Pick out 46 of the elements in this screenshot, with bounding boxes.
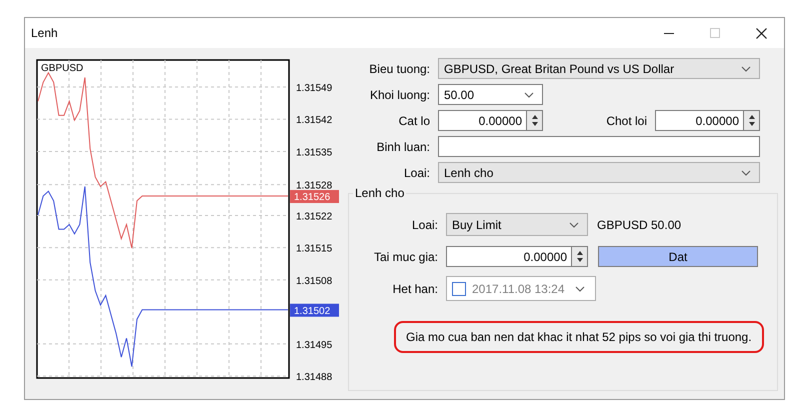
axis-tick-label: 1.31522 (296, 211, 332, 222)
checkbox[interactable] (452, 282, 466, 296)
window-title: Lenh (31, 26, 59, 40)
chevron-icon (741, 170, 751, 176)
chevron-icon (524, 92, 534, 98)
price-tag: 1.31526 (290, 190, 339, 204)
number-field[interactable]: 0.00000 (655, 110, 744, 131)
field-label: Cat lo (398, 114, 431, 128)
field-label: Binh luan: (376, 140, 431, 154)
dropdown[interactable]: Lenh cho (438, 162, 760, 183)
axis-tick-label: 1.31542 (296, 115, 332, 126)
axis-tick-label: 1.31488 (296, 372, 332, 380)
warning-message: Gia mo cua ban nen dat khac it nhat 52 pips so voi gia thi truong. (394, 321, 764, 353)
minimize-icon[interactable] (664, 32, 674, 34)
chevron-icon (575, 286, 585, 292)
spin-buttons[interactable] (744, 110, 760, 131)
chevron-icon (569, 222, 579, 228)
place-order-button[interactable]: Dat (598, 246, 758, 267)
axis-tick-label: 1.31549 (296, 83, 332, 94)
axis-tick-label: 1.31528 (296, 180, 332, 192)
field-label: Bieu tuong: (368, 62, 431, 76)
field-label: Loai: (402, 166, 431, 180)
spin-buttons[interactable] (572, 246, 588, 267)
symbol-label: GBPUSD (41, 63, 84, 74)
number-field[interactable]: 0.00000 (438, 110, 527, 131)
field-label: Khoi luong: (368, 88, 431, 102)
group-title: Lenh cho (354, 186, 406, 200)
dropdown[interactable]: Buy Limit (446, 213, 588, 236)
field-label: Het han: (392, 282, 439, 296)
axis-tick-label: 1.31508 (296, 276, 332, 287)
field-label: Loai: (410, 218, 439, 232)
comment-field[interactable] (438, 136, 760, 157)
combo-box[interactable]: 50.00 (438, 84, 543, 105)
price-tag: 1.31502 (290, 304, 339, 317)
spin-buttons[interactable] (527, 110, 543, 131)
dropdown[interactable]: GBPUSD, Great Britan Pound vs US Dollar (438, 58, 760, 79)
chevron-icon (741, 66, 751, 72)
axis-tick-label: 1.31515 (296, 244, 332, 255)
price-field[interactable]: 0.00000 (446, 246, 572, 267)
field-label: Tai muc gia: (372, 250, 439, 264)
axis-tick-label: 1.31535 (296, 147, 332, 158)
axis-tick-label: 1.31495 (296, 340, 332, 351)
order-summary: GBPUSD 50.00 (597, 218, 682, 232)
date-picker[interactable]: 2017.11.08 13:24 (446, 276, 596, 301)
field-label: Chot loi (605, 114, 648, 128)
close-icon[interactable] (756, 28, 766, 38)
